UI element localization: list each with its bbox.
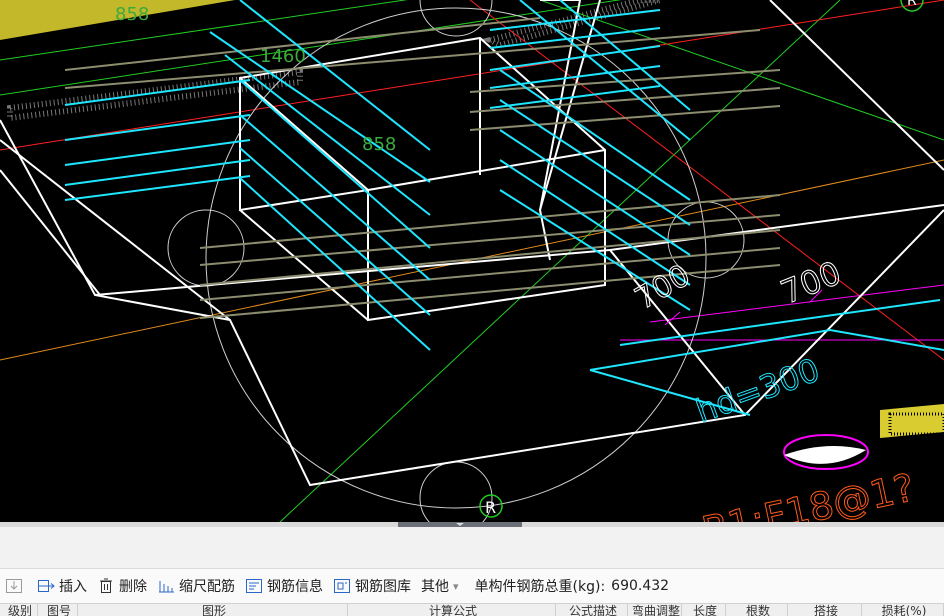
other-dropdown[interactable]: 其他 ▾	[416, 573, 464, 599]
rebar-info-button[interactable]: 钢筋信息	[240, 573, 328, 599]
column-circle-bottom	[419, 461, 493, 522]
col-header-grade[interactable]: 级别	[0, 604, 38, 616]
trash-icon	[100, 578, 112, 593]
insert-label: 插入	[59, 579, 87, 595]
info-list-icon	[246, 579, 262, 593]
total-weight: 单构件钢筋总重(kg): 690.432	[470, 573, 675, 599]
axis-line-red-2	[469, 0, 944, 361]
col-header-loss[interactable]: 损耗(%)	[862, 604, 944, 616]
rebar-toolbar: 插入 删除 缩尺配筋 钢筋信息 钢筋图库 其他 ▾ 单构件钢筋总重(kg): 6…	[0, 569, 944, 603]
dim-label-858-mid: 858	[362, 134, 396, 155]
cad-drawing[interactable]: 858 1460 858 700 700 hd=300 B1:F18@1? R …	[0, 0, 944, 522]
rebar-panel-header	[0, 527, 944, 569]
col-header-formula[interactable]: 计算公式	[348, 604, 556, 616]
col-header-length[interactable]: 长度	[682, 604, 726, 616]
rebar-annotation: B1:F18@1?	[698, 465, 918, 522]
col-header-bend-adjust[interactable]: 弯曲调整	[628, 604, 682, 616]
total-weight-label: 单构件钢筋总重(kg):	[474, 579, 606, 595]
chevron-down-icon: ▾	[453, 579, 459, 593]
dim-label-1460: 1460	[260, 46, 306, 67]
col-header-figure-no[interactable]: 图号	[38, 604, 78, 616]
ruler-icon	[159, 581, 174, 593]
col-header-lap[interactable]: 搭接	[788, 604, 862, 616]
library-icon	[334, 579, 350, 593]
cad-3d-viewport[interactable]: 858 1460 858 700 700 hd=300 B1:F18@1? R …	[0, 0, 944, 522]
total-weight-value: 690.432	[611, 578, 670, 594]
delete-button[interactable]: 删除	[92, 573, 152, 599]
insert-row-icon	[38, 580, 55, 592]
other-label: 其他	[421, 579, 449, 595]
rebar-grid-header: 级别 图号 图形 计算公式 公式描述 弯曲调整 长度 根数 搭接 损耗(%)	[0, 603, 944, 616]
scale-rebar-label: 缩尺配筋	[179, 579, 235, 595]
arrow-down-to-line-icon	[6, 579, 22, 593]
axis-marker-topright-label: R	[907, 0, 917, 9]
rebar-info-label: 钢筋信息	[267, 579, 323, 595]
axis-marker-bottom-label: R	[485, 498, 496, 517]
ellipse-fill	[784, 446, 866, 464]
dim-label-hd300: hd=300	[691, 351, 825, 431]
scale-rebar-button[interactable]: 缩尺配筋	[152, 573, 240, 599]
rebar-library-button[interactable]: 钢筋图库	[328, 573, 416, 599]
first-icon-button[interactable]	[0, 573, 32, 599]
dim-label-858-top: 858	[115, 4, 149, 25]
insert-button[interactable]: 插入	[32, 573, 92, 599]
delete-label: 删除	[119, 579, 147, 595]
app-window: 858 1460 858 700 700 hd=300 B1:F18@1? R …	[0, 0, 944, 616]
col-header-shape[interactable]: 图形	[78, 604, 348, 616]
rebar-library-label: 钢筋图库	[355, 579, 411, 595]
col-header-count[interactable]: 根数	[726, 604, 788, 616]
dim-label-700-right: 700	[775, 254, 846, 312]
col-header-formula-desc[interactable]: 公式描述	[556, 604, 628, 616]
